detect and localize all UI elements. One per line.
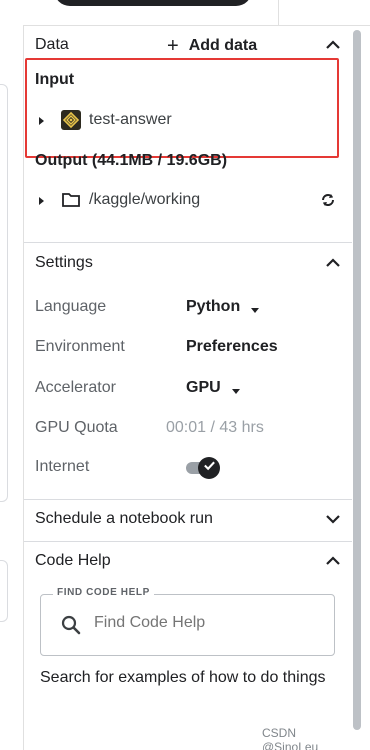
language-value: Python [186, 298, 241, 315]
internet-label: Internet [35, 458, 90, 475]
caret-right-icon[interactable] [35, 194, 47, 206]
accelerator-select[interactable]: GPU [186, 379, 241, 397]
output-heading-text: Output (44.1MB / 19.6GB) [35, 152, 228, 169]
output-heading: Output (44.1MB / 19.6GB) [35, 152, 227, 170]
language-label: Language [35, 298, 107, 315]
gpu-quota-value: 00:01 / 43 hrs [166, 419, 264, 436]
dropdown-arrow-icon [250, 302, 260, 313]
chevron-down-icon[interactable] [324, 510, 342, 528]
internet-toggle[interactable] [186, 456, 220, 479]
section-divider [24, 499, 352, 500]
code-cell-edge [0, 84, 8, 502]
find-code-help-legend: FIND CODE HELP [53, 587, 154, 598]
accelerator-value: GPU [186, 379, 221, 396]
section-divider [24, 541, 352, 542]
search-icon [60, 614, 82, 636]
top-divider [278, 0, 279, 25]
schedule-section-header[interactable]: Schedule a notebook run [35, 510, 342, 528]
data-section-title: Data [35, 36, 69, 53]
code-help-description: Search for examples of how to do things [40, 669, 326, 686]
gpu-quota-label: GPU Quota [35, 419, 118, 436]
chevron-up-icon[interactable] [324, 36, 342, 54]
dropdown-arrow-icon [231, 383, 241, 394]
toggle-knob [198, 457, 220, 479]
schedule-title: Schedule a notebook run [35, 510, 213, 527]
chevron-up-icon[interactable] [324, 552, 342, 570]
section-divider [24, 242, 352, 243]
chevron-up-icon[interactable] [324, 254, 342, 272]
find-code-help-input[interactable] [94, 614, 324, 632]
add-data-label: Add data [188, 37, 258, 54]
code-cell-edge [0, 560, 8, 622]
environment-preferences-link[interactable]: Preferences [186, 338, 278, 356]
highlight-box [25, 58, 339, 158]
scrollbar-thumb[interactable] [353, 30, 361, 730]
environment-value: Preferences [186, 338, 278, 355]
add-data-button[interactable]: + Add data [167, 36, 257, 56]
watermark: CSDN @SinoLeu [262, 726, 319, 750]
folder-icon [61, 191, 81, 209]
editor-edge [0, 0, 24, 750]
code-help-title: Code Help [35, 552, 111, 569]
notebook-workspace: Data + Add data Input test-answer Output… [0, 0, 370, 750]
code-help-section-header[interactable]: Code Help [35, 552, 342, 570]
refresh-icon[interactable] [319, 191, 337, 209]
output-folder-item[interactable]: /kaggle/working [35, 191, 341, 209]
top-toolbar-pill[interactable] [54, 0, 252, 6]
plus-icon: + [167, 35, 179, 57]
right-sidebar: Data + Add data Input test-answer Output… [24, 26, 352, 750]
check-icon [203, 459, 216, 477]
settings-title: Settings [35, 254, 93, 271]
accelerator-label: Accelerator [35, 379, 116, 396]
output-folder-path: /kaggle/working [89, 191, 201, 208]
language-select[interactable]: Python [186, 298, 260, 316]
environment-label: Environment [35, 338, 125, 355]
settings-section-header[interactable]: Settings [35, 254, 342, 272]
